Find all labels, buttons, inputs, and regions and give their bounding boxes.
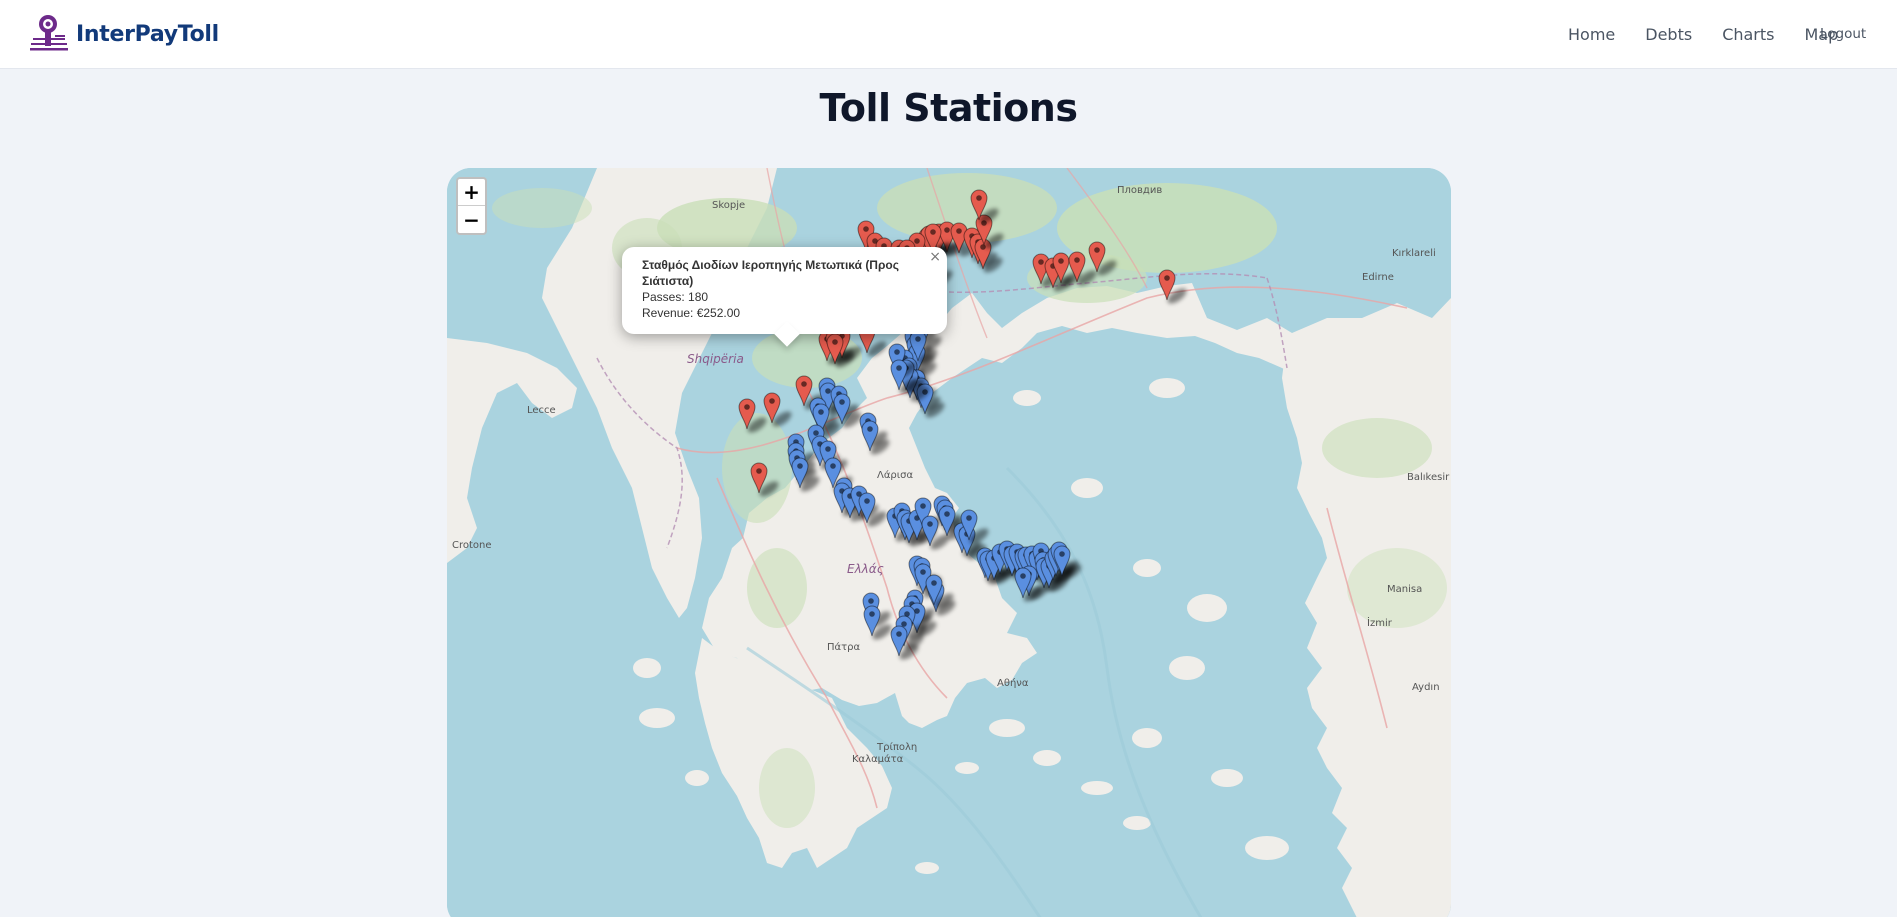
label-albania: Shqipëria [687, 352, 744, 366]
nav-home-link[interactable]: Home [1568, 25, 1615, 44]
label-kalamata: Καλαμάτα [852, 753, 904, 765]
zoom-control: + − [456, 177, 487, 235]
label-athens: Αθήνα [997, 677, 1029, 689]
label-tripoli: Τρίπολη [876, 741, 917, 753]
nav-debts-link[interactable]: Debts [1645, 25, 1692, 44]
brand[interactable]: InterPayToll [28, 13, 219, 55]
popup-revenue: Revenue: €252.00 [642, 306, 741, 320]
label-patras: Πάτρα [827, 641, 860, 653]
navbar: InterPayToll Home Debts Charts Map Logou… [0, 0, 1897, 69]
nav-charts-link[interactable]: Charts [1722, 25, 1774, 44]
label-greece: Ελλάς [847, 562, 884, 576]
toll-logo-icon [30, 15, 68, 51]
label-lecce: Lecce [527, 405, 556, 416]
label-skopje: Skopje [712, 200, 745, 211]
popup-station-name: Σταθμός Διοδίων Ιεροπηγής Μετωπικά (Προς… [642, 258, 899, 288]
zoom-in-button[interactable]: + [458, 179, 485, 206]
label-plovdiv: Пловдив [1117, 185, 1162, 196]
label-crotone: Crotone [452, 540, 492, 551]
brand-name: InterPayToll [76, 21, 219, 47]
logout-button[interactable]: Logout [1820, 26, 1866, 42]
popup-passes: Passes: 180 [642, 290, 709, 304]
label-kirklareli: Kırklareli [1392, 248, 1436, 259]
label-manisa: Manisa [1387, 584, 1422, 595]
map-tiles: Skopje Пловдив Lecce Crotone Λάρισα Πάτρ… [447, 168, 1451, 917]
zoom-out-button[interactable]: − [458, 206, 485, 233]
label-edirne: Edirne [1362, 272, 1394, 283]
label-balikesir: Balıkesir [1407, 472, 1450, 483]
label-izmir: İzmir [1367, 616, 1393, 629]
label-aydin: Aydın [1412, 682, 1440, 693]
label-larisa: Λάρισα [877, 469, 914, 481]
toll-stations-map[interactable]: Skopje Пловдив Lecce Crotone Λάρισα Πάτρ… [447, 168, 1451, 917]
popup-close-icon[interactable]: × [929, 249, 941, 265]
station-popup: × Σταθμός Διοδίων Ιεροπηγής Μετωπικά (Πρ… [622, 247, 947, 347]
page-title: Toll Stations [819, 86, 1078, 130]
